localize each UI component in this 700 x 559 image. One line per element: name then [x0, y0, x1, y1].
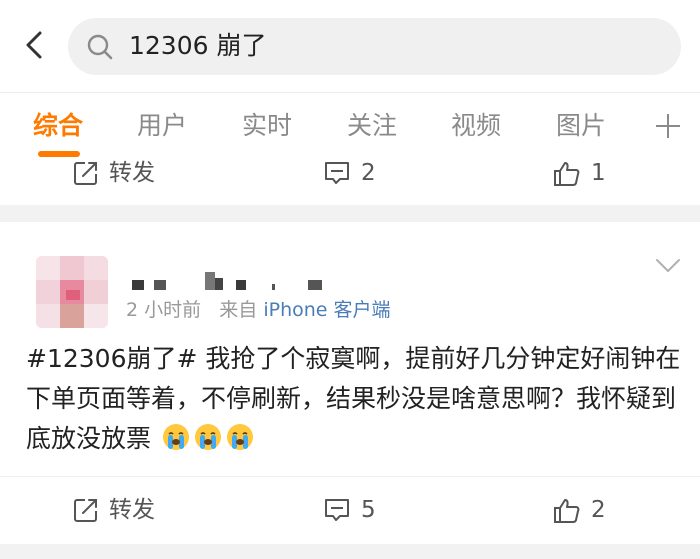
previous-post-action-bar: 转发 2 1	[0, 160, 700, 205]
tab-videos[interactable]: 视频	[451, 109, 501, 143]
tab-bar: 综合 用户 实时 关注 视频 图片	[0, 93, 700, 163]
feed-gap	[0, 544, 700, 559]
post-text: #12306崩了# 我抢了个寂寞啊，提前好几分钟定好闹钟在下单页面等着，不停刷新…	[26, 344, 681, 453]
like-button[interactable]: 1	[553, 159, 606, 187]
repost-button[interactable]: 转发	[73, 159, 155, 187]
like-count: 1	[591, 160, 606, 186]
post-body: #12306崩了# 我抢了个寂寞啊，提前好几分钟定好闹钟在下单页面等着，不停刷新…	[26, 339, 686, 459]
divider	[0, 476, 700, 477]
comment-button[interactable]: 2	[323, 159, 376, 187]
username-redacted[interactable]	[132, 266, 332, 294]
repost-button[interactable]: 转发	[73, 496, 155, 524]
tab-comprehensive[interactable]: 综合	[33, 109, 83, 143]
post-time: 2 小时前	[126, 299, 202, 321]
tab-realtime[interactable]: 实时	[242, 109, 292, 143]
repost-icon	[74, 499, 97, 522]
back-arrow-icon[interactable]	[18, 28, 52, 62]
like-count: 2	[591, 497, 606, 523]
repost-icon	[74, 162, 97, 185]
plus-icon[interactable]	[655, 113, 681, 139]
post-from-label: 来自	[219, 299, 258, 321]
crying-face-emoji	[226, 424, 253, 450]
tab-users[interactable]: 用户	[137, 109, 187, 143]
comment-icon	[325, 499, 349, 521]
repost-label: 转发	[109, 160, 155, 186]
repost-label: 转发	[109, 497, 155, 523]
avatar[interactable]	[36, 256, 108, 328]
comment-count: 5	[361, 497, 376, 523]
chevron-down-icon[interactable]	[655, 258, 681, 274]
comment-count: 2	[361, 160, 376, 186]
crying-face-emoji	[194, 424, 221, 450]
crying-face-emoji	[162, 424, 189, 450]
search-query: 12306 崩了	[129, 31, 267, 60]
search-header: 12306 崩了	[0, 0, 700, 92]
search-input[interactable]: 12306 崩了	[68, 18, 681, 75]
comment-button[interactable]: 5	[323, 496, 376, 524]
like-icon	[554, 498, 580, 523]
post-card: 2 小时前 来自 iPhone 客户端 #12306崩了# 我抢了个寂寞啊，提前…	[0, 222, 700, 544]
tab-following[interactable]: 关注	[347, 109, 397, 143]
like-button[interactable]: 2	[553, 496, 606, 524]
tab-images[interactable]: 图片	[556, 109, 606, 143]
comment-icon	[325, 162, 349, 184]
search-icon	[87, 34, 113, 60]
like-icon	[554, 161, 580, 186]
post-meta: 2 小时前 来自 iPhone 客户端	[126, 298, 391, 322]
active-tab-indicator	[38, 151, 80, 157]
post-source[interactable]: iPhone 客户端	[263, 299, 390, 321]
